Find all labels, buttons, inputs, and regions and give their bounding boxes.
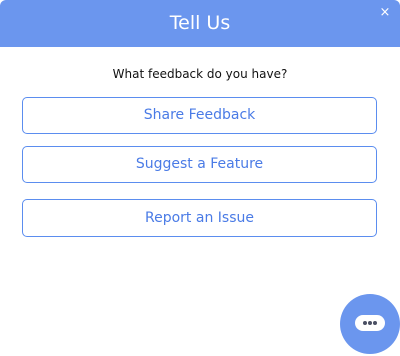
chat-launcher-button[interactable] bbox=[340, 294, 400, 354]
dialog-header: Tell Us × bbox=[0, 0, 400, 47]
report-issue-button[interactable]: Report an Issue bbox=[22, 199, 377, 237]
suggest-feature-button[interactable]: Suggest a Feature bbox=[22, 146, 377, 183]
feedback-dialog: Tell Us × What feedback do you have? Sha… bbox=[0, 0, 400, 288]
chat-bubble-icon bbox=[355, 315, 385, 331]
dialog-title: Tell Us bbox=[169, 12, 231, 34]
share-feedback-button[interactable]: Share Feedback bbox=[22, 97, 377, 134]
close-button[interactable]: × bbox=[378, 6, 392, 20]
feedback-question: What feedback do you have? bbox=[112, 67, 288, 81]
dialog-body: What feedback do you have? Share Feedbac… bbox=[0, 47, 400, 288]
